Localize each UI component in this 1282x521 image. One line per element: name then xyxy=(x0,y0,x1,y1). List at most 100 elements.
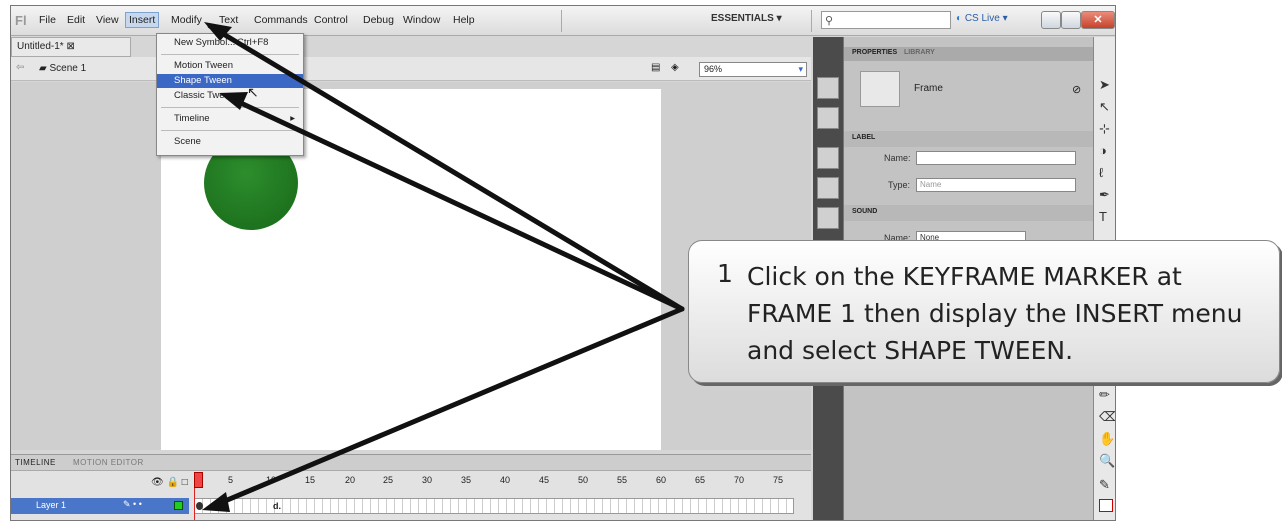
edit-scene-icon[interactable]: ▤ xyxy=(651,62,660,73)
end-frame-marker[interactable]: d. xyxy=(273,501,281,511)
layer-row[interactable]: Layer 1 ✎ • • xyxy=(11,498,189,514)
menu-control[interactable]: Control xyxy=(314,14,348,26)
zoom-select[interactable]: 96% ▾ xyxy=(699,62,807,77)
transform-panel-icon[interactable] xyxy=(817,207,839,229)
layer-visibility-icons[interactable]: 👁 🔒 □ xyxy=(151,477,188,488)
menu-item-label: Timeline xyxy=(174,113,210,124)
chevron-down-icon: ▾ xyxy=(798,64,803,74)
scene-label: Scene 1 xyxy=(49,63,87,74)
ruler-tick: 70 xyxy=(734,475,745,485)
menu-commands[interactable]: Commands xyxy=(254,14,308,26)
menu-item-shape-tween[interactable]: Shape Tween xyxy=(157,74,303,88)
step-instruction: Click on the KEYFRAME MARKER at FRAME 1 … xyxy=(747,262,1243,365)
playhead[interactable] xyxy=(194,472,203,520)
search-input[interactable]: ⚲ xyxy=(821,11,951,29)
selection-tool-icon[interactable]: ➤ xyxy=(1099,77,1110,93)
help-icon[interactable]: ⊘ xyxy=(1072,83,1081,96)
menu-debug[interactable]: Debug xyxy=(363,14,394,26)
menu-text[interactable]: Text xyxy=(219,14,238,26)
menu-separator xyxy=(161,107,299,108)
document-tab-label: Untitled-1* xyxy=(17,41,64,52)
swatches-panel-icon[interactable] xyxy=(817,107,839,129)
close-tab-icon[interactable]: ⊠ xyxy=(66,41,74,52)
insert-menu-dropdown: New Symbol... Ctrl+F8 Motion Tween Shape … xyxy=(156,33,304,156)
menu-modify[interactable]: Modify xyxy=(171,14,202,26)
menu-separator xyxy=(161,54,299,55)
frame-cells[interactable]: d. xyxy=(194,498,794,514)
properties-tabs: PROPERTIES LIBRARY xyxy=(844,47,1093,61)
ruler-tick: 65 xyxy=(695,475,706,485)
ruler-tick: 30 xyxy=(422,475,433,485)
cslive-label: CS Live xyxy=(964,13,1000,24)
menu-file[interactable]: File xyxy=(39,14,56,26)
timeline-panel: TIMELINE MOTION EDITOR 👁 🔒 □ 1 5 10 15 2… xyxy=(11,454,811,520)
maximize-button[interactable] xyxy=(1061,11,1081,29)
menu-item-new-symbol[interactable]: New Symbol... Ctrl+F8 xyxy=(157,36,303,50)
step-number: 1 xyxy=(717,259,733,288)
close-button[interactable]: ✕ xyxy=(1081,11,1115,29)
ruler-tick: 45 xyxy=(539,475,550,485)
menu-item-classic-tween[interactable]: Classic Tween xyxy=(157,89,303,103)
free-transform-tool-icon[interactable]: ⊹ xyxy=(1099,121,1110,137)
back-arrow-icon[interactable]: ⇦ xyxy=(16,62,24,73)
frame-icon xyxy=(860,71,900,107)
stroke-color-icon[interactable]: ✎ xyxy=(1099,477,1110,493)
scene-breadcrumb[interactable]: ▰ Scene 1 xyxy=(39,63,86,74)
layer-color-swatch[interactable] xyxy=(174,501,183,510)
tab-motion-editor[interactable]: MOTION EDITOR xyxy=(73,458,144,467)
cslive-icon: ◐ xyxy=(956,13,963,24)
menu-item-motion-tween[interactable]: Motion Tween xyxy=(157,59,303,73)
edit-symbol-icon[interactable]: ◈ xyxy=(671,62,679,73)
text-tool-icon[interactable]: T xyxy=(1099,209,1107,224)
label-section[interactable]: LABEL xyxy=(844,131,1093,147)
cslive-button[interactable]: ◐ CS Live ▾ xyxy=(956,13,1008,24)
color-panel-icon[interactable] xyxy=(817,77,839,99)
frame-type-select[interactable]: Name xyxy=(916,178,1076,192)
layer-name: Layer 1 xyxy=(36,500,67,510)
menu-divider xyxy=(811,10,812,32)
brush-tool-icon[interactable]: ✏ xyxy=(1099,387,1110,403)
hand-tool-icon[interactable]: ✋ xyxy=(1099,431,1115,447)
name-label: Name: xyxy=(884,153,911,163)
ruler-tick: 75 xyxy=(773,475,784,485)
frame-name-input[interactable] xyxy=(916,151,1076,165)
subselection-tool-icon[interactable]: ↖ xyxy=(1099,99,1110,115)
menu-insert[interactable]: Insert xyxy=(125,12,160,28)
menu-edit[interactable]: Edit xyxy=(67,14,85,26)
menu-window[interactable]: Window xyxy=(403,14,440,26)
ruler-tick: 55 xyxy=(617,475,628,485)
type-label: Type: xyxy=(888,180,911,190)
sound-section[interactable]: SOUND xyxy=(844,205,1093,221)
menu-item-label: Shape Tween xyxy=(174,75,232,86)
info-panel-icon[interactable] xyxy=(817,177,839,199)
align-panel-icon[interactable] xyxy=(817,147,839,169)
tab-timeline[interactable]: TIMELINE xyxy=(15,458,56,467)
menu-view[interactable]: View xyxy=(96,14,119,26)
menu-item-shortcut: Ctrl+F8 xyxy=(237,37,269,48)
tab-properties[interactable]: PROPERTIES xyxy=(852,49,897,56)
ruler-tick: 10 xyxy=(266,475,277,485)
menu-item-timeline[interactable]: Timeline ▸ xyxy=(157,112,303,126)
pen-tool-icon[interactable]: ✒ xyxy=(1099,187,1110,203)
workspace-switcher[interactable]: ESSENTIALS ▾ xyxy=(711,13,782,24)
3d-rotation-tool-icon[interactable]: ◑ xyxy=(1099,143,1107,158)
menu-help[interactable]: Help xyxy=(453,14,475,26)
fill-color-icon[interactable] xyxy=(1099,499,1113,512)
properties-title: Frame xyxy=(914,83,943,94)
timeline-tabs: TIMELINE MOTION EDITOR xyxy=(11,455,811,471)
zoom-tool-icon[interactable]: 🔍 xyxy=(1099,453,1115,469)
menu-item-label: Scene xyxy=(174,136,201,147)
tab-library[interactable]: LIBRARY xyxy=(904,49,935,56)
menu-item-label: Motion Tween xyxy=(174,60,233,71)
label-section-title: LABEL xyxy=(852,134,876,141)
document-tab[interactable]: Untitled-1* ⊠ xyxy=(11,37,131,57)
lasso-tool-icon[interactable]: ℓ xyxy=(1099,165,1103,180)
pencil-icon: ✎ • • xyxy=(123,499,142,509)
menu-item-label: Classic Tween xyxy=(174,90,236,101)
ruler-tick: 60 xyxy=(656,475,667,485)
menu-item-scene[interactable]: Scene xyxy=(157,135,303,149)
eraser-tool-icon[interactable]: ⌫ xyxy=(1099,409,1115,425)
minimize-button[interactable] xyxy=(1041,11,1061,29)
search-icon: ⚲ xyxy=(825,15,834,27)
mouse-cursor-icon: ↖ xyxy=(247,84,259,100)
